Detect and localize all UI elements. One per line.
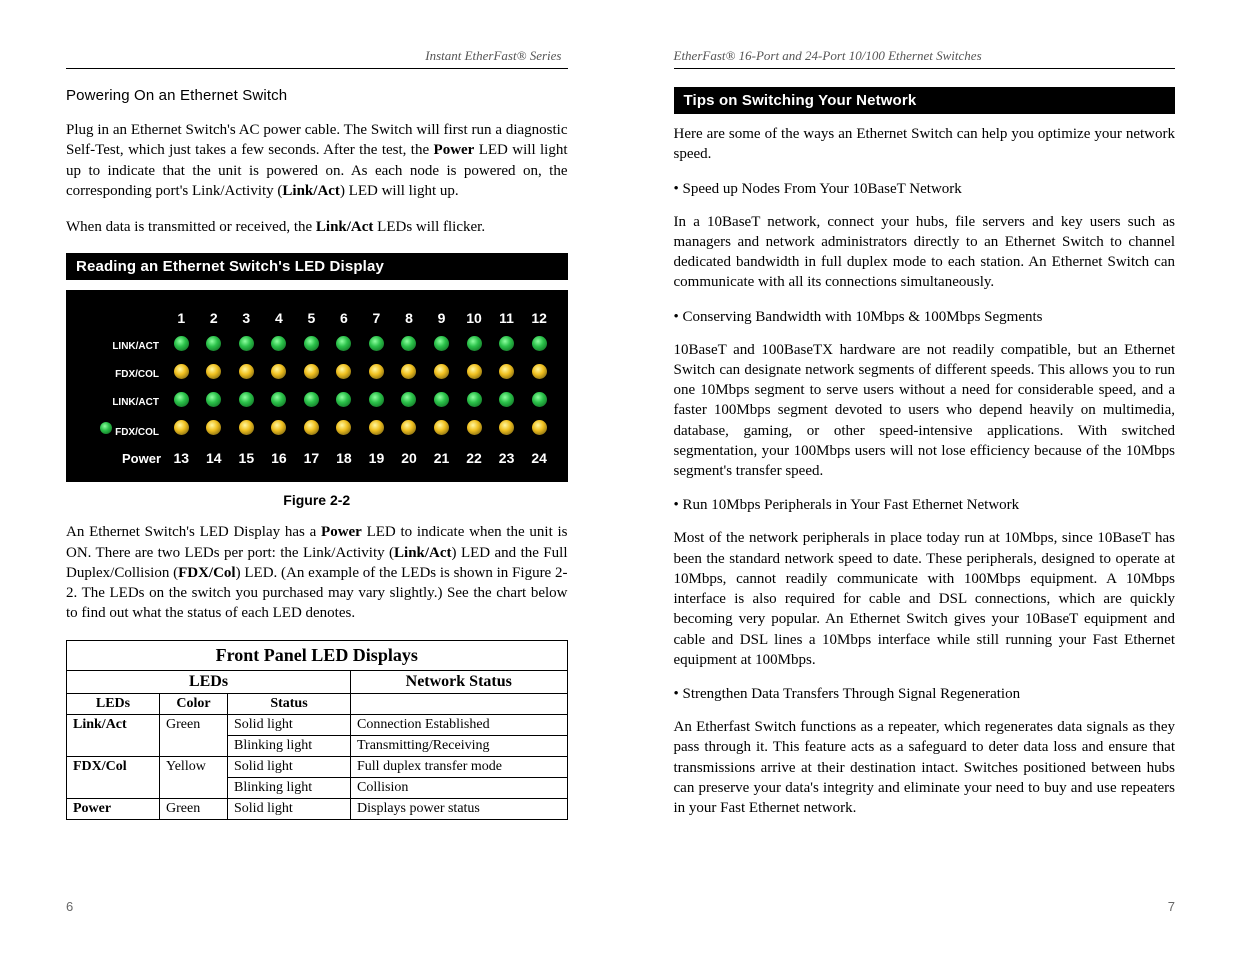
led-yellow-icon — [239, 364, 254, 379]
led-green-icon — [239, 392, 254, 407]
led-green-icon — [434, 392, 449, 407]
figure-caption: Figure 2-2 — [66, 492, 568, 508]
header-rule — [66, 68, 568, 69]
led-yellow-icon — [401, 420, 416, 435]
led-yellow-icon — [206, 364, 221, 379]
led-yellow-icon — [271, 420, 286, 435]
running-header-right: EtherFast® 16-Port and 24-Port 10/100 Et… — [674, 48, 1176, 64]
page-right: EtherFast® 16-Port and 24-Port 10/100 Et… — [618, 0, 1235, 954]
led-yellow-icon — [532, 364, 547, 379]
led-green-icon — [499, 392, 514, 407]
led-yellow-icon — [369, 364, 384, 379]
led-yellow-icon — [467, 364, 482, 379]
table-row: FDX/ColYellowSolid lightFull duplex tran… — [67, 756, 568, 777]
led-display-figure: 123456789101112LINK/ACTFDX/COLLINK/ACT F… — [66, 290, 568, 482]
led-green-icon — [271, 392, 286, 407]
led-yellow-icon — [434, 420, 449, 435]
section-bar-tips: Tips on Switching Your Network — [674, 87, 1176, 114]
page-number-right: 7 — [1168, 899, 1175, 914]
body-paragraph: An Etherfast Switch functions as a repea… — [674, 717, 1176, 818]
led-green-icon — [401, 392, 416, 407]
body-paragraph: Plug in an Ethernet Switch's AC power ca… — [66, 120, 568, 201]
table-row: PowerGreenSolid lightDisplays power stat… — [67, 798, 568, 819]
led-green-icon — [369, 336, 384, 351]
section-bar-led: Reading an Ethernet Switch's LED Display — [66, 253, 568, 280]
running-header-left: Instant EtherFast® Series — [66, 48, 568, 64]
table-row: Blinking lightCollision — [67, 777, 568, 798]
led-yellow-icon — [174, 364, 189, 379]
bullet-item: • Conserving Bandwidth with 10Mbps & 100… — [674, 309, 1176, 326]
led-green-icon — [304, 392, 319, 407]
body-paragraph: 10BaseT and 100BaseTX hardware are not r… — [674, 340, 1176, 482]
led-yellow-icon — [499, 420, 514, 435]
body-paragraph: When data is transmitted or received, th… — [66, 217, 568, 237]
led-yellow-icon — [271, 364, 286, 379]
led-yellow-icon — [336, 364, 351, 379]
table-row: Link/ActGreenSolid lightConnection Estab… — [67, 714, 568, 735]
led-yellow-icon — [499, 364, 514, 379]
led-green-icon — [401, 336, 416, 351]
led-yellow-icon — [174, 420, 189, 435]
led-green-icon — [174, 392, 189, 407]
bullet-item: • Speed up Nodes From Your 10BaseT Netwo… — [674, 181, 1176, 198]
led-yellow-icon — [206, 420, 221, 435]
led-yellow-icon — [304, 420, 319, 435]
led-green-icon — [467, 336, 482, 351]
body-paragraph: Most of the network peripherals in place… — [674, 528, 1176, 670]
led-green-icon — [532, 392, 547, 407]
power-led-icon — [100, 422, 112, 434]
led-yellow-icon — [401, 364, 416, 379]
led-green-icon — [369, 392, 384, 407]
led-green-icon — [239, 336, 254, 351]
led-green-icon — [336, 392, 351, 407]
led-yellow-icon — [369, 420, 384, 435]
led-green-icon — [499, 336, 514, 351]
led-yellow-icon — [434, 364, 449, 379]
led-yellow-icon — [304, 364, 319, 379]
bullet-item: • Strengthen Data Transfers Through Sign… — [674, 686, 1176, 703]
led-green-icon — [336, 336, 351, 351]
bullet-item: • Run 10Mbps Peripherals in Your Fast Et… — [674, 497, 1176, 514]
page-left: Instant EtherFast® Series Powering On an… — [0, 0, 618, 954]
table-row: Blinking lightTransmitting/Receiving — [67, 735, 568, 756]
led-green-icon — [271, 336, 286, 351]
led-yellow-icon — [239, 420, 254, 435]
led-green-icon — [532, 336, 547, 351]
led-yellow-icon — [532, 420, 547, 435]
led-green-icon — [206, 336, 221, 351]
body-paragraph: Here are some of the ways an Ethernet Sw… — [674, 124, 1176, 165]
led-green-icon — [304, 336, 319, 351]
led-green-icon — [174, 336, 189, 351]
section-subheading: Powering On an Ethernet Switch — [66, 87, 568, 104]
body-paragraph: An Ethernet Switch's LED Display has a P… — [66, 522, 568, 623]
led-green-icon — [206, 392, 221, 407]
page-number-left: 6 — [66, 899, 73, 914]
led-status-table: Front Panel LED Displays LEDs Network St… — [66, 640, 568, 820]
body-paragraph: In a 10BaseT network, connect your hubs,… — [674, 212, 1176, 293]
led-yellow-icon — [336, 420, 351, 435]
led-green-icon — [434, 336, 449, 351]
header-rule — [674, 68, 1176, 69]
led-yellow-icon — [467, 420, 482, 435]
led-green-icon — [467, 392, 482, 407]
